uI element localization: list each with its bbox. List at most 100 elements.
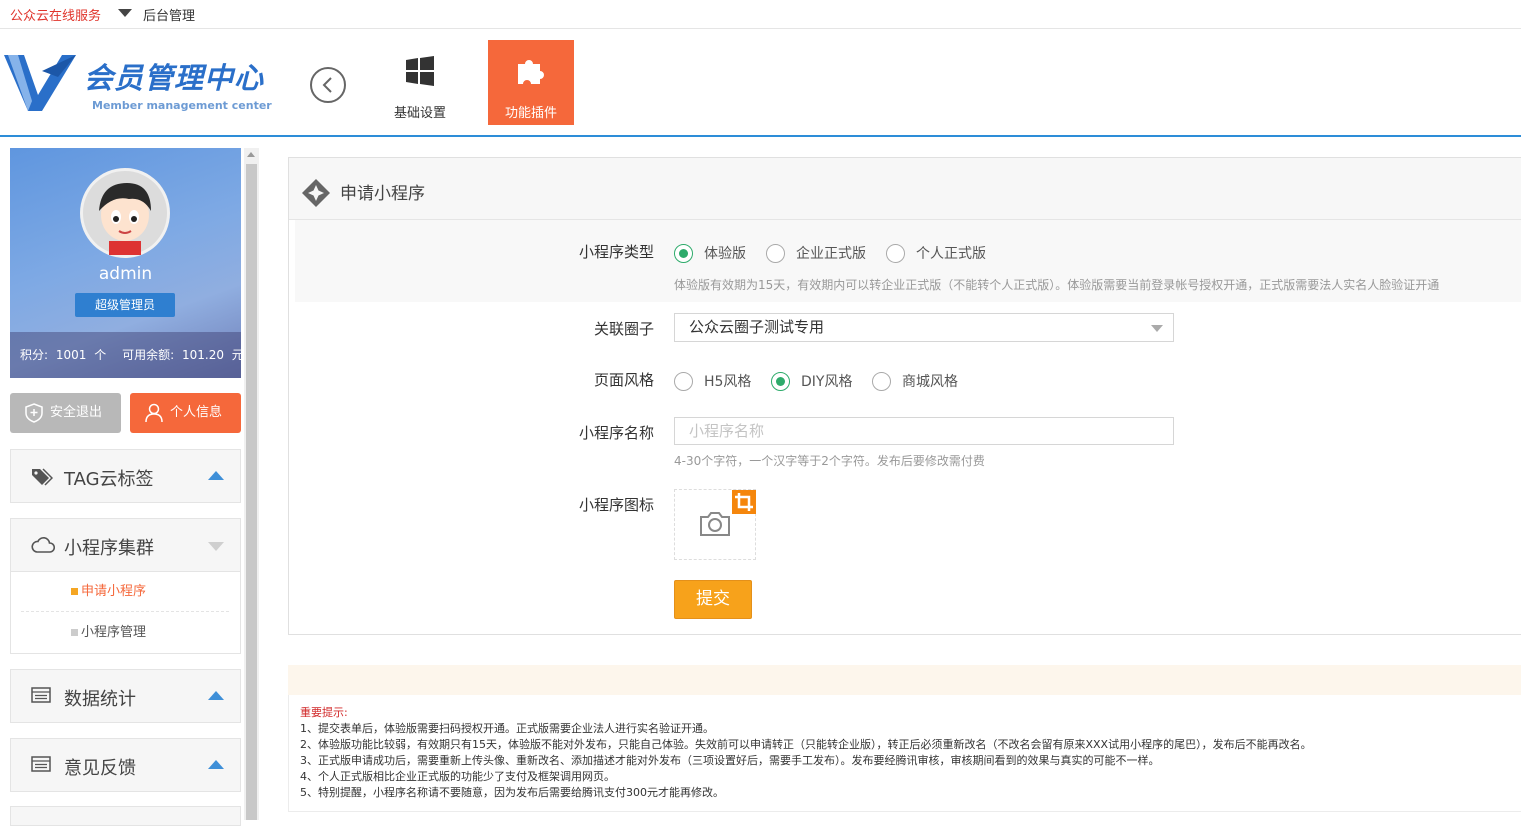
chevron-left-icon [322,77,332,93]
bullet-icon [71,629,78,636]
radio-circle [886,244,905,263]
nav-function-plugins-label: 功能插件 [504,106,557,121]
logo-title: 会员管理中心 [84,61,265,95]
list-icon [31,687,51,703]
admin-link[interactable]: 后台管理 [143,5,195,24]
crop-button[interactable] [732,490,756,514]
notice-item: 1、提交表单后，体验版需要扫码授权开通。正式版需要企业法人进行实名验证开通。 [300,722,714,735]
back-button[interactable] [310,67,346,103]
icon-label: 小程序图标 [578,496,654,514]
user-icon [145,403,163,423]
menu-partial[interactable] [10,806,241,826]
nav-basic-settings-label: 基础设置 [393,106,446,121]
submenu-item-manage[interactable]: 小程序管理 [21,613,229,653]
camera-icon [700,512,730,536]
notice-item: 3、正式版申请成功后，需要重新上传头像、重新改名、添加描述才能对外发布（三项设置… [300,754,1160,767]
notice-item: 5、特别提醒，小程序名称请不要随意，因为发布后需要给腾讯支付300元才能再修改。 [300,786,724,799]
scrollbar-thumb[interactable] [246,164,257,820]
icon-uploader[interactable] [674,489,756,560]
account-stats: 积分: 1001 个 可用余额: 101.20 元 [10,332,241,378]
balance-unit: 元 [231,348,241,362]
type-hint: 体验版有效期为15天，有效期内可以转企业正式版（不能转个人正式版）。体验版需要当… [674,278,1440,292]
points-label: 积分: [20,348,49,362]
submenu-item-apply-label: 申请小程序 [81,584,147,599]
radio-personal[interactable]: 个人正式版 [886,244,986,264]
logout-button[interactable]: 安全退出 [10,393,121,433]
username: admin [98,264,153,284]
radio-circle [872,372,891,391]
menu-tag-cloud[interactable]: TAG云标签 [10,449,241,503]
notice-bar [288,665,1521,695]
radio-h5-style[interactable]: H5风格 [674,372,751,392]
cloud-icon [31,537,55,553]
points-value: 1001 [55,348,87,362]
personal-info-label: 个人信息 [170,405,223,420]
apply-miniprogram-panel: 申请小程序 小程序类型 体验版 企业正式版 个人正式版 体验版有效期为15天，有… [288,157,1521,635]
radio-diy-style-label: DIY风格 [801,374,853,390]
chevron-down-icon [208,542,224,551]
menu-feedback[interactable]: 意见反馈 [10,738,241,792]
shield-icon [25,403,43,423]
personal-info-button[interactable]: 个人信息 [130,393,241,433]
menu-miniprogram-cluster-label: 小程序集群 [64,538,154,559]
chevron-up-icon [208,691,224,700]
panel-title: 申请小程序 [340,184,425,204]
circle-label: 关联圈子 [593,320,654,338]
menu-data-statistics[interactable]: 数据统计 [10,669,241,723]
notice-box: 重要提示: 1、提交表单后，体验版需要扫码授权开通。正式版需要企业法人进行实名验… [288,695,1521,812]
points-unit: 个 [94,348,107,362]
radio-personal-label: 个人正式版 [916,246,986,262]
type-label: 小程序类型 [578,243,654,261]
dropdown-caret-icon[interactable] [118,9,132,17]
crop-icon [735,493,753,511]
logo[interactable]: 会员管理中心 Member management center [2,51,272,117]
submit-button[interactable]: 提交 [674,580,752,619]
radio-diy-style[interactable]: DIY风格 [771,372,852,392]
name-input[interactable] [674,417,1174,445]
scroll-up-icon[interactable] [247,152,255,157]
radio-enterprise-label: 企业正式版 [796,246,866,262]
radio-trial[interactable]: 体验版 [674,244,746,264]
radio-mall-style[interactable]: 商城风格 [872,372,958,392]
circle-select[interactable]: 公众云圈子测试专用 [674,313,1174,342]
chevron-down-icon [1151,325,1163,332]
sidebar-scrollbar[interactable] [244,148,259,820]
style-label: 页面风格 [593,371,654,389]
nav-function-plugins[interactable]: 功能插件 [488,40,574,125]
name-label: 小程序名称 [578,424,654,442]
circle-select-value: 公众云圈子测试专用 [689,318,825,336]
radio-h5-style-label: H5风格 [704,374,752,390]
bullet-icon [71,588,78,595]
profile-card: admin 超级管理员 积分: 1001 个 可用余额: 101.20 元 [10,148,241,378]
avatar[interactable] [80,168,170,258]
radio-mall-style-label: 商城风格 [902,374,958,390]
radio-enterprise[interactable]: 企业正式版 [766,244,866,264]
name-hint: 4-30个字符，一个汉字等于2个字符。发布后要修改需付费 [674,454,985,468]
avatar-face-icon [99,183,151,255]
puzzle-icon [518,60,544,84]
menu-miniprogram-cluster[interactable]: 小程序集群 [10,518,241,572]
notice-item: 4、个人正式版相比企业正式版的功能少了支付及框架调用网页。 [300,770,615,783]
brand-link[interactable]: 公众云在线服务 [10,5,101,24]
logout-label: 安全退出 [50,405,103,420]
menu-feedback-label: 意见反馈 [64,758,136,779]
chevron-up-icon [208,760,224,769]
menu-tag-cloud-label: TAG云标签 [64,469,154,490]
windows-icon [406,56,434,86]
menu-data-statistics-label: 数据统计 [64,689,136,710]
submenu-item-apply[interactable]: 申请小程序 [21,572,229,612]
balance-value: 101.20 [181,348,224,362]
tag-icon [32,468,53,486]
notice-title: 重要提示: [300,706,348,719]
balance-label: 可用余额: [122,348,175,362]
nav-basic-settings[interactable]: 基础设置 [377,40,463,125]
top-bar: 公众云在线服务 后台管理 [0,0,1521,29]
radio-circle [674,372,693,391]
notice-item: 2、体验版功能比较弱，有效期只有15天，体验版不能对外发布，只能自己体验。失效前… [300,738,1312,751]
radio-circle [771,372,790,391]
header: 会员管理中心 Member management center 基础设置 功能插… [0,29,1521,137]
logo-v-icon [4,55,76,111]
radio-trial-label: 体验版 [704,246,746,262]
radio-circle [674,244,693,263]
role-badge: 超级管理员 [75,293,175,317]
